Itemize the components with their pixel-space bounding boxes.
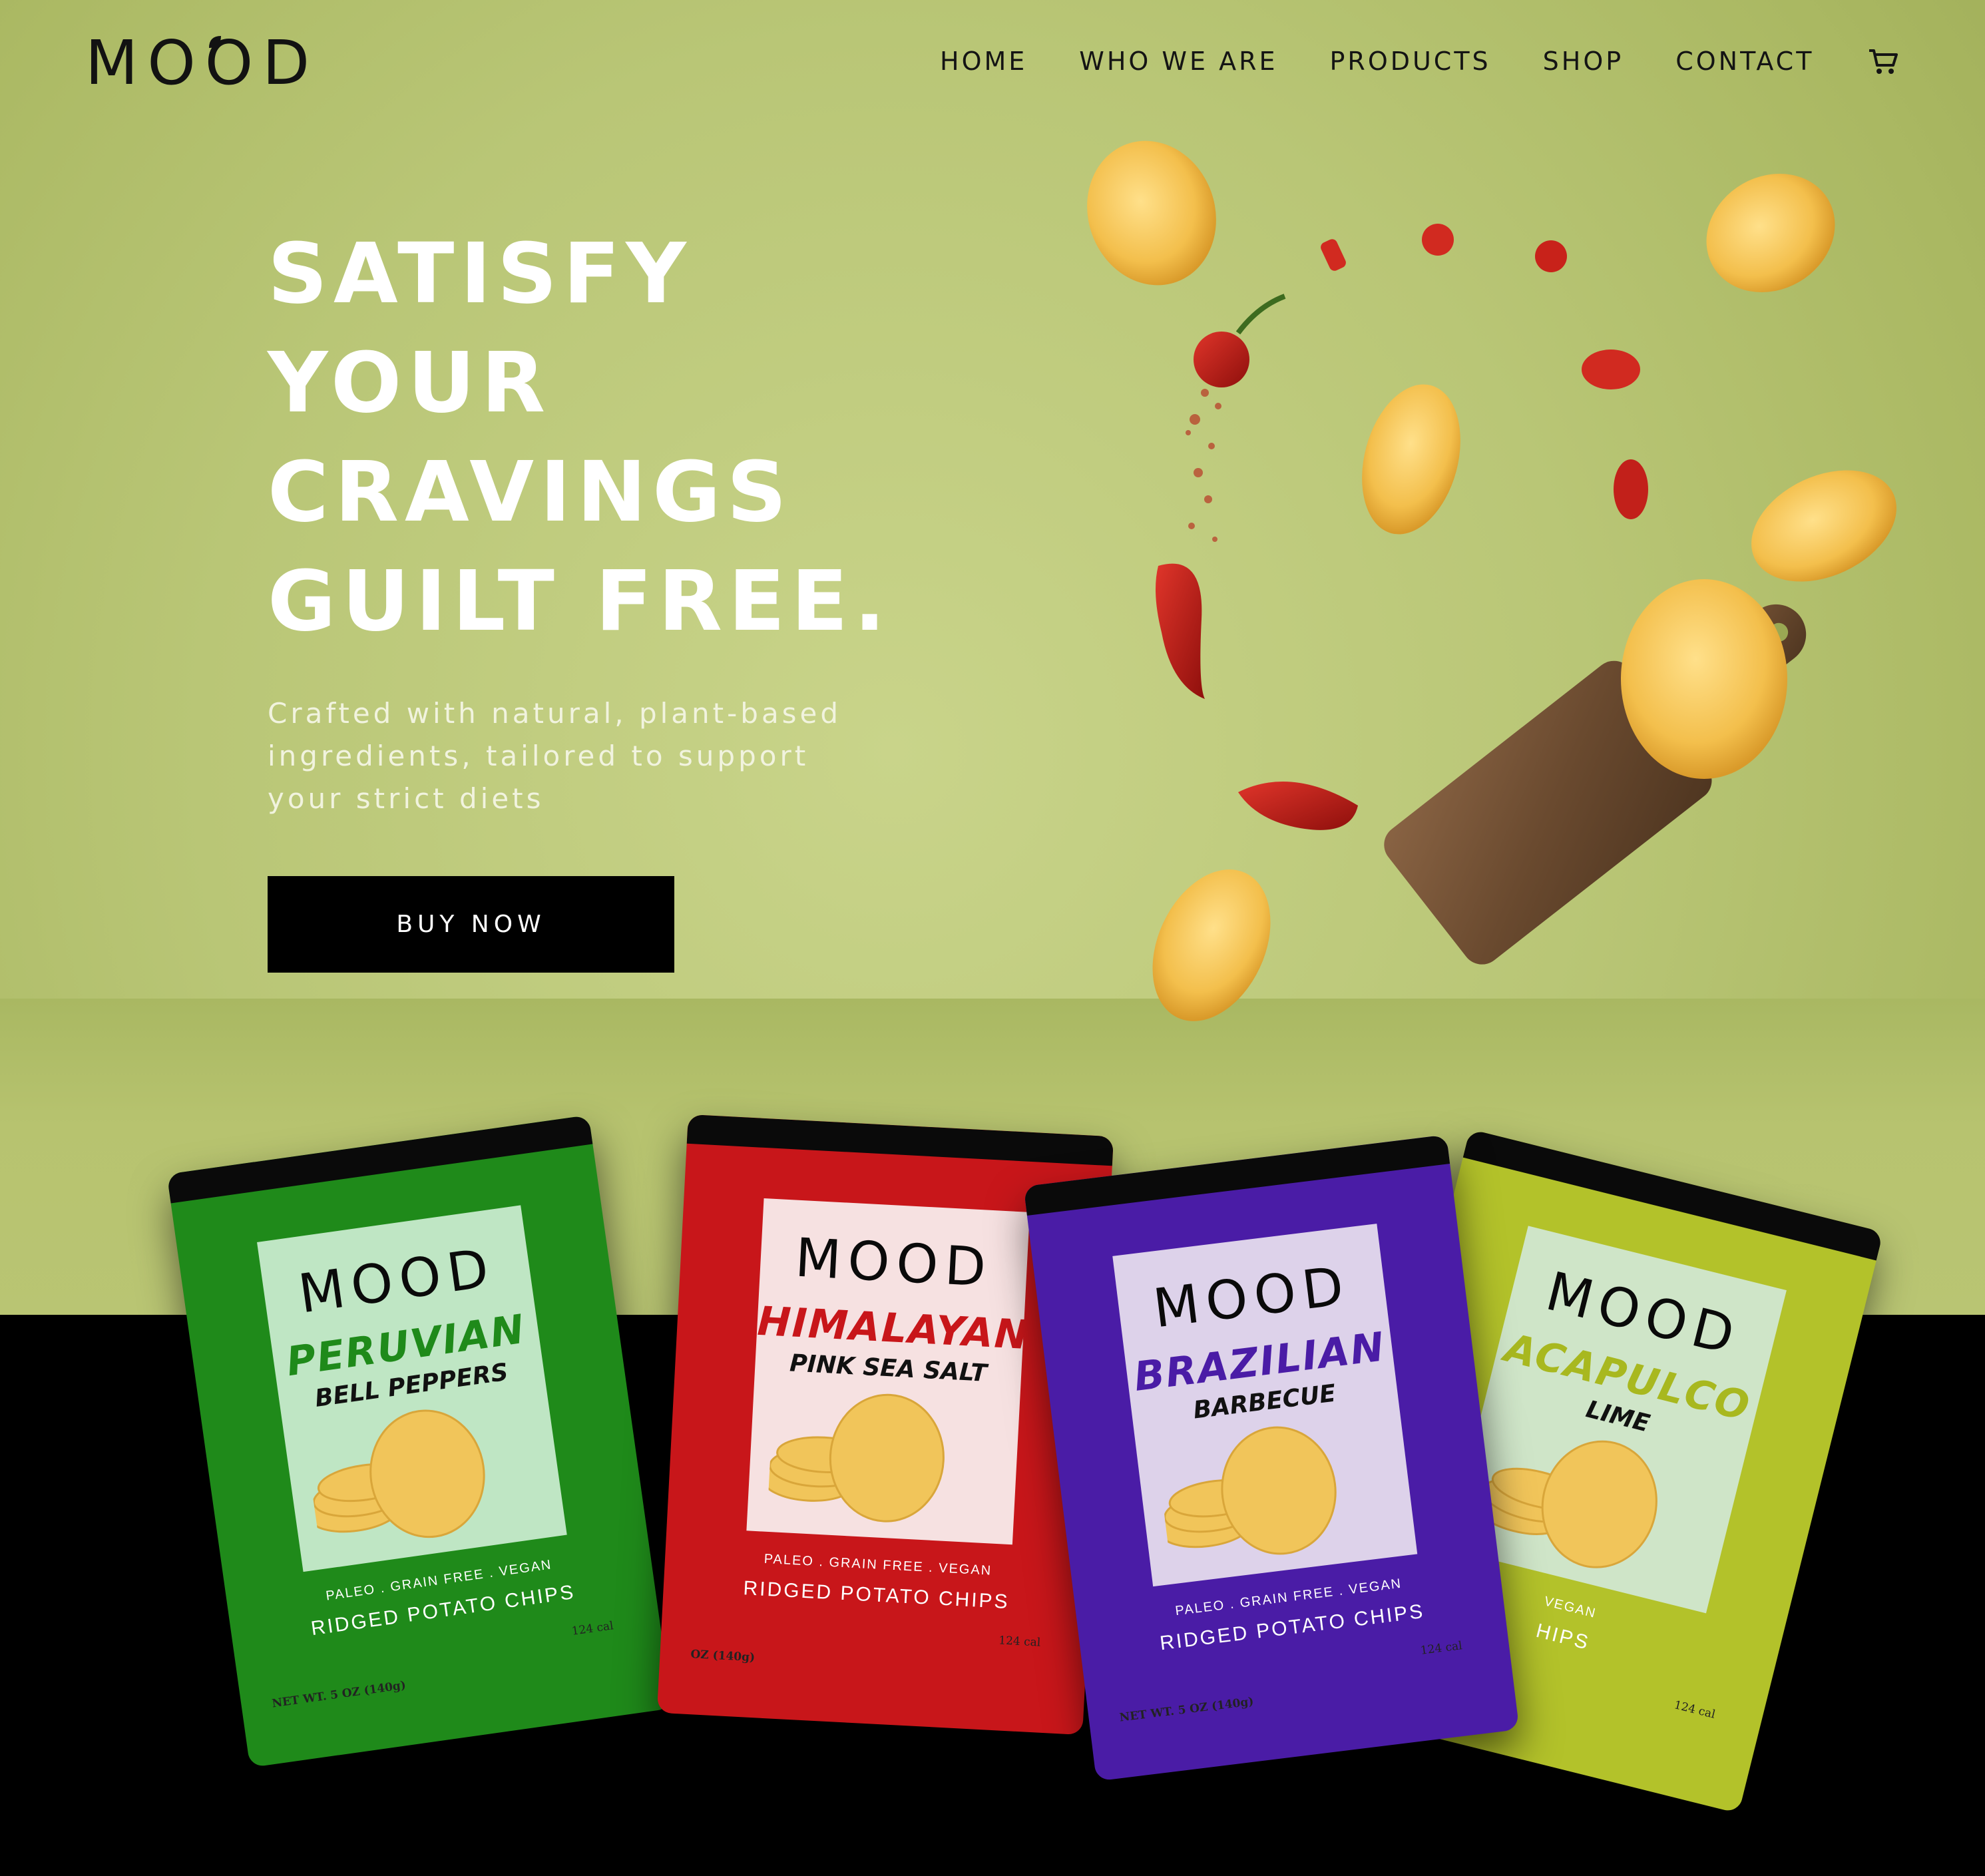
- bag-calories: 124 cal: [1419, 1639, 1463, 1658]
- subtitle-line: ingredients, tailored to support: [268, 740, 809, 772]
- landing-page: MOOD HOME WHO WE ARE PRODUCTS SHOP CONTA…: [0, 0, 1985, 1876]
- pepper-slice: [1535, 240, 1567, 272]
- spice-dust: [1186, 389, 1221, 542]
- bag-label: MOOD PERUVIAN BELL PEPPERS: [257, 1205, 567, 1572]
- cart-icon[interactable]: [1868, 47, 1898, 76]
- cutting-board: [1384, 604, 1807, 965]
- bag-calories: 124 cal: [570, 1619, 614, 1638]
- hero-headline: SATISFY YOUR CRAVINGS GUILT FREE.: [268, 220, 891, 656]
- pepper-slice: [1614, 459, 1648, 519]
- chip: [1751, 470, 1896, 582]
- product-bag-peruvian[interactable]: MOOD PERUVIAN BELL PEPPERS PALEO . GRAIN…: [166, 1114, 672, 1768]
- bag-calories: 124 cal: [998, 1634, 1041, 1650]
- headline-line: GUILT FREE.: [268, 553, 892, 650]
- bag-label: MOOD HIMALAYAN PINK SEA SALT: [746, 1198, 1030, 1545]
- bag-brand: MOOD: [793, 1226, 994, 1299]
- pepper-slice: [1194, 332, 1249, 387]
- bag-net-weight: NET WT. 5 OZ (140g): [271, 1678, 407, 1711]
- chip: [829, 1393, 945, 1523]
- buy-now-button[interactable]: BUY NOW: [268, 876, 674, 973]
- nav-products[interactable]: PRODUCTS: [1330, 45, 1491, 77]
- nav-contact[interactable]: CONTACT: [1675, 45, 1814, 77]
- nav-home[interactable]: HOME: [940, 45, 1027, 77]
- pepper-slice: [1321, 239, 1346, 271]
- nav-who-we-are[interactable]: WHO WE ARE: [1079, 45, 1277, 77]
- chip: [1087, 140, 1216, 286]
- bag-chip-illustration: [308, 1409, 485, 1538]
- chip: [1362, 384, 1460, 535]
- chip: [1621, 579, 1787, 779]
- chili-pepper: [1238, 782, 1358, 830]
- pepper-slice: [1422, 224, 1454, 256]
- chip: [1152, 869, 1271, 1021]
- bag-chip-illustration: [767, 1393, 945, 1523]
- subtitle-line: Crafted with natural, plant-based: [268, 697, 842, 730]
- hero-illustration: [1087, 140, 1896, 1021]
- nav-shop[interactable]: SHOP: [1543, 45, 1624, 77]
- product-bag-brazilian[interactable]: MOOD BRAZILIAN BARBECUE PALEO . GRAIN FR…: [1023, 1134, 1520, 1781]
- chip: [1706, 174, 1835, 292]
- brand-logo[interactable]: MOOD: [85, 33, 319, 94]
- hero-subtitle: Crafted with natural, plant-based ingred…: [268, 692, 867, 820]
- bag-net-weight: OZ (140g): [690, 1648, 756, 1665]
- bag-net-weight: NET WT. 5 OZ (140g): [1118, 1695, 1255, 1725]
- bag-label: MOOD ACAPULCO LIME: [1447, 1226, 1787, 1614]
- logo-leaf-icon: [209, 36, 221, 48]
- chili-pepper: [1156, 563, 1205, 699]
- bag-chip-illustration: [1158, 1426, 1337, 1555]
- headline-line: CRAVINGS: [268, 444, 793, 541]
- chip: [1541, 1440, 1657, 1568]
- bag-calories: 124 cal: [1672, 1698, 1717, 1722]
- main-nav: HOME WHO WE ARE PRODUCTS SHOP CONTACT: [940, 45, 1866, 77]
- subtitle-line: your strict diets: [268, 782, 545, 815]
- bag-label: MOOD BRAZILIAN BARBECUE: [1112, 1224, 1418, 1587]
- headline-line: SATISFY: [268, 226, 692, 322]
- pepper-slice: [1582, 350, 1640, 389]
- headline-line: YOUR: [268, 335, 552, 431]
